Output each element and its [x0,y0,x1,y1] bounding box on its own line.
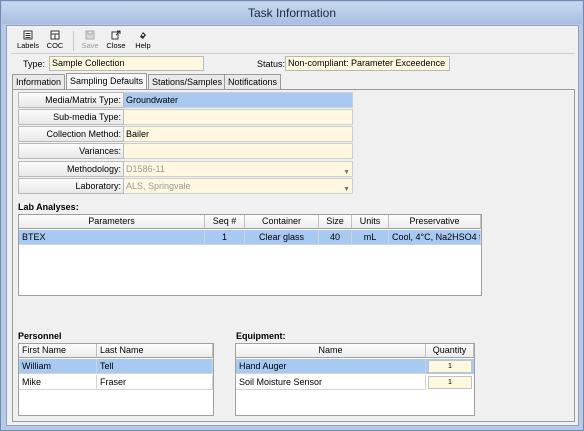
column-header-seq[interactable]: Seq # [205,215,245,229]
coc-button[interactable]: COC [44,29,66,53]
column-header-size[interactable]: Size [319,215,352,229]
laboratory-label: Laboratory: [18,178,124,194]
tab-notifications[interactable]: Notifications [224,74,282,89]
dropdown-arrow-icon[interactable]: ▼ [343,182,350,197]
variances-field[interactable] [124,143,353,159]
close-icon [111,30,121,40]
lab-analyses-grid[interactable]: Parameters Seq # Container Size Units Pr… [18,214,482,296]
close-button-label: Close [106,41,126,50]
cell-container: Clear glass [245,230,319,245]
type-label: Type: [23,59,46,69]
column-header-parameters[interactable]: Parameters [19,215,205,229]
submedia-label: Sub-media Type: [18,109,124,125]
save-button[interactable]: Save [79,29,101,53]
status-field[interactable]: Non-compliant: Parameter Exceedence [285,56,450,71]
cell-last-name: Tell [97,359,213,374]
coc-button-label: COC [46,41,64,50]
window-frame: Task Information Labels COC Save Close H… [0,0,584,431]
variances-label: Variances: [18,143,124,159]
laboratory-value: ALS, Springvale [126,181,191,191]
column-header-last-name[interactable]: Last Name [97,344,213,358]
tab-stations-samples[interactable]: Stations/Samples [148,74,227,89]
labels-button-label: Labels [16,41,40,50]
coc-icon [50,30,60,40]
collection-method-field[interactable]: Bailer [124,126,353,142]
column-header-units[interactable]: Units [352,215,389,229]
methodology-label: Methodology: [18,161,124,177]
column-header-container[interactable]: Container [245,215,319,229]
table-row[interactable]: Soil Moisture Sensor 1 [236,375,474,390]
personnel-title: Personnel [18,331,62,341]
equipment-title: Equipment: [236,331,286,341]
column-header-first-name[interactable]: First Name [19,344,97,358]
help-button-label: Help [135,41,151,50]
column-header-quantity[interactable]: Quantity [426,344,474,358]
toolbar-separator [73,31,74,51]
equipment-grid[interactable]: Name Quantity Hand Auger 1 Soil Moisture… [235,343,475,416]
toolbar: Labels COC Save Close Help [11,28,575,54]
table-row[interactable]: Mike Fraser [19,375,213,390]
quantity-field[interactable]: 1 [428,360,472,373]
tab-sampling-defaults[interactable]: Sampling Defaults [66,73,148,89]
close-button[interactable]: Close [104,29,128,53]
labels-icon [23,30,33,40]
cell-seq: 1 [205,230,245,245]
column-header-preservative[interactable]: Preservative [389,215,481,229]
table-row[interactable]: BTEX 1 Clear glass 40 mL Cool, 4°C, Na2H… [19,230,481,245]
help-button[interactable]: Help [132,29,154,53]
personnel-grid[interactable]: First Name Last Name William Tell Mike F… [18,343,214,416]
status-label: Status: [257,59,286,69]
media-label: Media/Matrix Type: [18,92,124,108]
cell-size: 40 [319,230,352,245]
labels-button[interactable]: Labels [15,29,41,53]
help-icon [140,32,146,39]
media-field[interactable]: Groundwater [124,92,353,108]
methodology-dropdown[interactable]: D1586-11 ▼ [124,161,353,177]
save-icon [85,30,95,40]
table-row[interactable]: William Tell [19,359,213,374]
cell-units: mL [352,230,389,245]
window-title: Task Information [2,2,582,24]
save-button-label: Save [81,41,99,50]
type-field[interactable]: Sample Collection [49,56,204,71]
lab-analyses-title: Lab Analyses: [18,202,79,212]
client-area: Labels COC Save Close Help Type: Sample … [6,25,579,426]
cell-preservative: Cool, 4°C, Na2HSO4 to [389,230,481,245]
tab-information[interactable]: Information [12,74,66,89]
cell-equipment-name: Hand Auger [236,359,426,374]
cell-equipment-name: Soil Moisture Sensor [236,375,426,390]
submedia-field[interactable] [124,109,353,125]
column-header-name[interactable]: Name [236,344,426,358]
laboratory-dropdown[interactable]: ALS, Springvale ▼ [124,178,353,194]
methodology-value: D1586-11 [126,164,165,174]
table-row[interactable]: Hand Auger 1 [236,359,474,374]
cell-first-name: William [19,359,97,374]
cell-first-name: Mike [19,375,97,390]
collection-method-label: Collection Method: [18,126,124,142]
cell-parameter: BTEX [19,230,205,245]
quantity-field[interactable]: 1 [428,376,472,389]
sampling-defaults-panel: Media/Matrix Type: Groundwater Sub-media… [12,89,575,422]
cell-last-name: Fraser [97,375,213,390]
